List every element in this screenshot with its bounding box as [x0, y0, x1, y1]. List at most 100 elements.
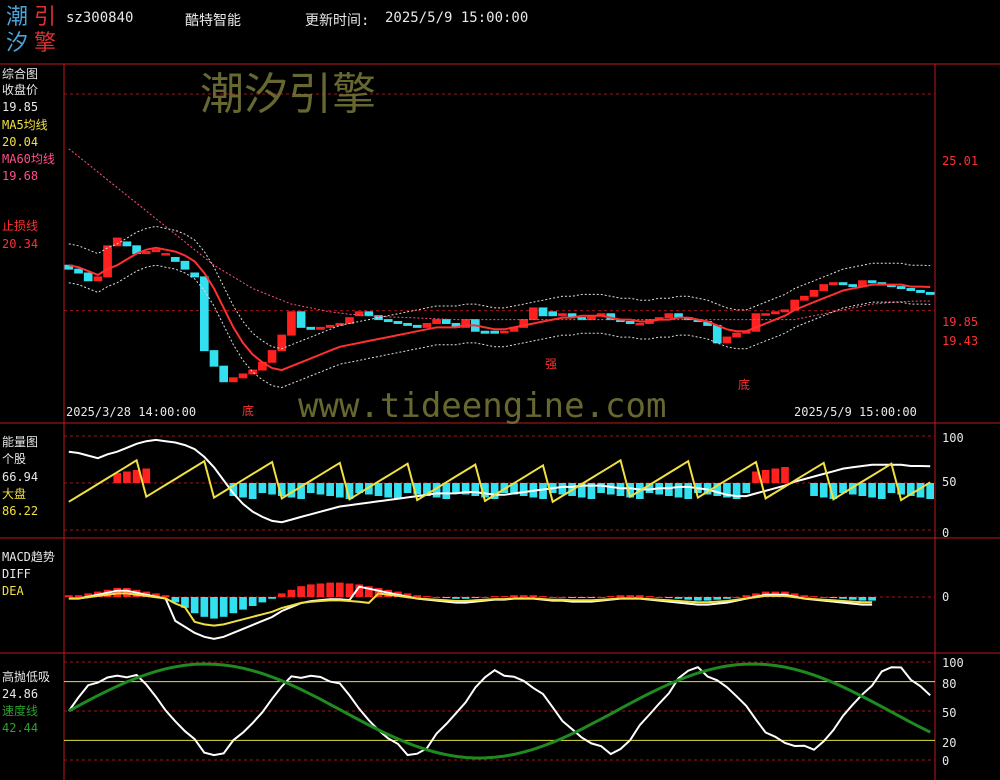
energy-bar [258, 483, 267, 493]
energy-bar [123, 471, 131, 483]
energy-bar [761, 470, 770, 483]
candle [103, 245, 112, 278]
energy-bar [868, 483, 876, 498]
stock-energy-label: 个股 [2, 452, 27, 466]
macd-bar [287, 589, 296, 597]
macd-bar [200, 597, 209, 617]
macd-bar [674, 597, 683, 599]
macd-bar [461, 597, 470, 599]
macd-bar [694, 597, 702, 601]
osc-tick: 80 [942, 677, 957, 691]
macd-bar [239, 597, 247, 610]
osc-tick: 50 [942, 706, 957, 720]
energy-bar [771, 468, 780, 483]
price-tick: 19.43 [942, 334, 979, 348]
candle [819, 284, 829, 291]
energy-bar [452, 483, 460, 493]
candle [925, 291, 935, 295]
macd-bar [577, 597, 586, 598]
candle [229, 377, 238, 383]
energy-bar [306, 483, 315, 493]
osc-tick: 100 [942, 656, 964, 670]
energy-bar [674, 483, 683, 498]
candle [896, 286, 906, 290]
price-tick: 19.85 [942, 315, 979, 329]
macd-bar [442, 597, 451, 598]
energy-tick: 50 [942, 475, 957, 489]
ma5-line [68, 246, 931, 372]
macd-bar [819, 597, 828, 598]
candle [664, 313, 674, 319]
macd-bar [732, 597, 741, 598]
ma60-value: 19.68 [2, 169, 39, 183]
macd-bar [858, 597, 867, 601]
energy-bar [810, 483, 818, 496]
macd-bar [74, 595, 83, 597]
macd-panel-title: MACD趋势 [2, 550, 55, 564]
candle [800, 295, 809, 301]
energy-bar [781, 467, 789, 483]
macd-bar [645, 596, 654, 598]
energy-bar [616, 483, 625, 496]
candle [190, 272, 199, 278]
macd-bar [316, 583, 325, 597]
candle [441, 319, 451, 324]
candle [151, 249, 161, 253]
candle [122, 241, 132, 247]
macd-bar [539, 596, 547, 598]
candle [345, 317, 354, 324]
macd-bar [326, 582, 334, 597]
candle [422, 322, 432, 328]
energy-bar [471, 483, 480, 496]
candle [809, 289, 819, 297]
energy-bar [316, 483, 325, 495]
strong-marker: 强 [545, 357, 558, 371]
macd-bar [248, 597, 257, 606]
energy-bar [606, 483, 615, 495]
macd-bar [413, 595, 422, 597]
stock-energy-line [68, 438, 931, 524]
energy-bar [819, 483, 828, 498]
energy-bar [887, 483, 896, 493]
energy-tick: 100 [942, 431, 964, 445]
macd-bar [558, 597, 567, 598]
osc-tick: 0 [942, 754, 950, 768]
macd-bar [277, 593, 286, 597]
start-time: 2025/3/28 14:00:00 [66, 405, 197, 419]
macd-bar [626, 595, 634, 597]
energy-bar [926, 483, 934, 499]
candle [761, 313, 770, 316]
ma5-label: MA5均线 [2, 118, 48, 132]
market-energy-label: 大盘 [2, 487, 27, 501]
macd-bar [161, 595, 170, 597]
upper-channel [68, 225, 931, 350]
macd-bar [452, 597, 460, 599]
energy-bar [539, 483, 547, 499]
macd-bar [665, 597, 673, 598]
energy-bar [239, 483, 247, 498]
speed-value: 42.44 [2, 721, 39, 735]
candle [141, 251, 151, 255]
energy-bar [877, 483, 886, 499]
candle [916, 289, 925, 293]
macd-bar [190, 597, 199, 614]
candle [780, 309, 790, 313]
candle [770, 311, 780, 315]
macd-tick: 0 [942, 590, 950, 604]
energy-bar [394, 483, 402, 499]
macd-bar [306, 584, 315, 597]
candle [180, 260, 190, 270]
diff-label: DIFF [2, 567, 31, 581]
stop-label: 止损线 [2, 219, 39, 233]
macd-bar [529, 595, 538, 597]
energy-bar [268, 483, 276, 495]
candle [432, 319, 441, 324]
macd-bar [723, 597, 731, 599]
macd-bar [548, 597, 557, 598]
stock-energy-value: 66.94 [2, 470, 39, 484]
stop-value: 20.34 [2, 237, 39, 251]
url-watermark: www.tideengine.com [298, 386, 667, 426]
close-value: 19.85 [2, 100, 39, 114]
candle [848, 284, 858, 288]
ma60-label: MA60均线 [2, 152, 55, 166]
